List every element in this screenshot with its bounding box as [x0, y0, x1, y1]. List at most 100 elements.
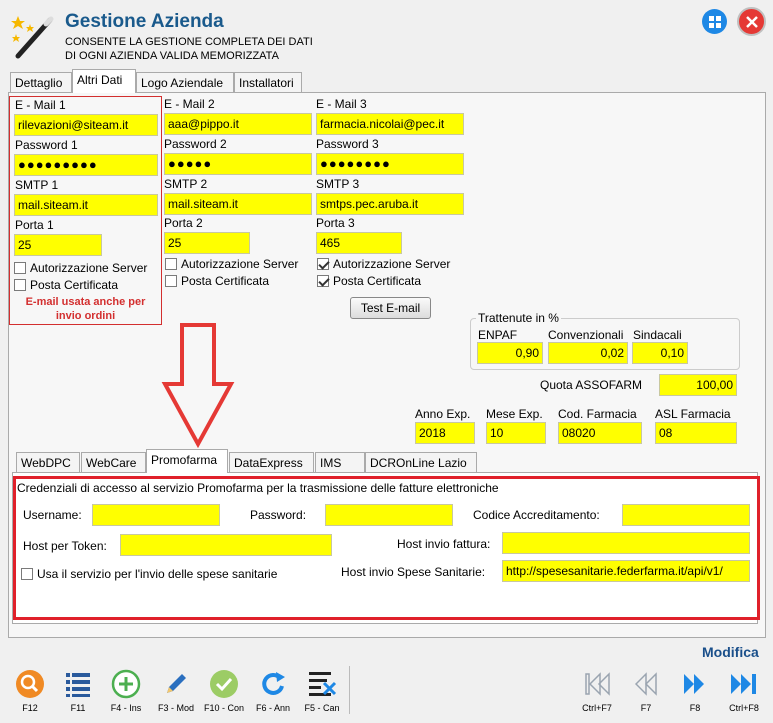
- port1-field[interactable]: 25: [14, 234, 102, 256]
- smtp2-field[interactable]: mail.siteam.it: [164, 193, 312, 215]
- status-label: Modifica: [702, 644, 759, 660]
- email1-note-line1: E-mail usata anche per: [25, 296, 146, 308]
- host-spese-label: Host invio Spese Sanitarie:: [341, 565, 486, 579]
- list-icon: [62, 668, 94, 700]
- convenzionali-field[interactable]: 0,02: [548, 342, 628, 364]
- password1-label: Password 1: [15, 138, 78, 152]
- auth3-checkbox-box: [317, 258, 329, 270]
- subtab-webcare[interactable]: WebCare: [81, 452, 146, 473]
- password1-field[interactable]: ●●●●●●●●●: [14, 154, 158, 176]
- smtp3-label: SMTP 3: [316, 177, 360, 191]
- close-icon: [745, 15, 758, 28]
- enpaf-field[interactable]: 0,90: [477, 342, 543, 364]
- anno-exp-field[interactable]: 2018: [415, 422, 475, 444]
- mese-exp-label: Mese Exp.: [486, 407, 543, 421]
- smtp1-label: SMTP 1: [15, 178, 59, 192]
- cert2-checkbox[interactable]: Posta Certificata: [165, 274, 269, 288]
- password2-field[interactable]: ●●●●●: [164, 153, 312, 175]
- promofarma-password-field[interactable]: [325, 504, 453, 526]
- tab-logo-aziendale[interactable]: Logo Aziendale: [136, 72, 234, 93]
- auth1-checkbox-label: Autorizzazione Server: [30, 261, 148, 275]
- tab-installatori[interactable]: Installatori: [234, 72, 302, 93]
- delete-icon: [306, 668, 338, 700]
- password3-label: Password 3: [316, 137, 379, 151]
- tab-altri-dati[interactable]: Altri Dati: [72, 69, 136, 93]
- subtab-webdpc[interactable]: WebDPC: [16, 452, 80, 473]
- codice-accreditamento-field[interactable]: [622, 504, 750, 526]
- anno-exp-label: Anno Exp.: [415, 407, 471, 421]
- trattenute-title: Trattenute in %: [476, 311, 561, 325]
- auth3-checkbox[interactable]: Autorizzazione Server: [317, 257, 450, 271]
- cert1-checkbox[interactable]: Posta Certificata: [14, 278, 118, 292]
- auth2-checkbox-box: [165, 258, 177, 270]
- close-button[interactable]: [737, 7, 766, 36]
- quota-field[interactable]: 100,00: [659, 374, 737, 396]
- host-fattura-field[interactable]: [502, 532, 750, 554]
- last-record-label: Ctrl+F8: [729, 703, 759, 713]
- host-fattura-label: Host invio fattura:: [397, 537, 491, 551]
- email3-field[interactable]: farmacia.nicolai@pec.it: [316, 113, 464, 135]
- delete-button[interactable]: F5 - Can: [292, 668, 352, 713]
- convenzionali-label: Convenzionali: [548, 328, 624, 342]
- port3-label: Porta 3: [316, 216, 355, 230]
- tab-dettaglio[interactable]: Dettaglio: [10, 72, 72, 93]
- arrow-down-icon: [161, 323, 235, 448]
- smtp1-field[interactable]: mail.siteam.it: [14, 194, 158, 216]
- cert2-checkbox-box: [165, 275, 177, 287]
- auth1-checkbox[interactable]: Autorizzazione Server: [14, 261, 147, 275]
- pencil-icon: [160, 668, 192, 700]
- port2-field[interactable]: 25: [164, 232, 250, 254]
- cert3-checkbox-label: Posta Certificata: [333, 274, 422, 288]
- cert1-checkbox-label: Posta Certificata: [30, 278, 119, 292]
- auth3-checkbox-label: Autorizzazione Server: [333, 257, 451, 271]
- undo-icon: [257, 668, 289, 700]
- password2-label: Password 2: [164, 137, 227, 151]
- page-subtitle-2: DI OGNI AZIENDA VALIDA MEMORIZZATA: [65, 50, 279, 62]
- sindacali-field[interactable]: 0,10: [632, 342, 688, 364]
- page-subtitle-1: CONSENTE LA GESTIONE COMPLETA DEI DATI: [65, 36, 313, 48]
- asl-farmacia-label: ASL Farmacia: [655, 407, 731, 421]
- asl-farmacia-field[interactable]: 08: [655, 422, 737, 444]
- sindacali-label: Sindacali: [633, 328, 682, 342]
- delete-button-label: F5 - Can: [304, 703, 340, 713]
- smtp3-field[interactable]: smtps.pec.aruba.it: [316, 193, 464, 215]
- auth2-checkbox[interactable]: Autorizzazione Server: [165, 257, 298, 271]
- search-icon: [14, 668, 46, 700]
- host-spese-field[interactable]: http://spesesanitarie.federfarma.it/api/…: [502, 560, 750, 582]
- last-record-button[interactable]: Ctrl+F8: [714, 668, 773, 713]
- email2-field[interactable]: aaa@pippo.it: [164, 113, 312, 135]
- promofarma-password-label: Password:: [250, 508, 307, 522]
- mese-exp-field[interactable]: 10: [486, 422, 546, 444]
- port3-field[interactable]: 465: [316, 232, 402, 254]
- cert1-checkbox-box: [14, 279, 26, 291]
- codice-accreditamento-label: Codice Accreditamento:: [473, 508, 600, 522]
- email1-label: E - Mail 1: [15, 98, 66, 112]
- first-icon: [581, 668, 613, 700]
- email1-note: E-mail usata anche per invio ordini: [10, 295, 161, 323]
- prev-icon: [630, 668, 662, 700]
- cod-farmacia-field[interactable]: 08020: [558, 422, 642, 444]
- windows-button[interactable]: [702, 9, 727, 34]
- cert3-checkbox[interactable]: Posta Certificata: [317, 274, 421, 288]
- auth2-checkbox-label: Autorizzazione Server: [181, 257, 299, 271]
- host-token-field[interactable]: [120, 534, 332, 556]
- plus-icon: [110, 668, 142, 700]
- smtp2-label: SMTP 2: [164, 177, 208, 191]
- usa-servizio-label: Usa il servizio per l'invio delle spese …: [37, 567, 278, 581]
- email2-label: E - Mail 2: [164, 97, 215, 111]
- subtab-promofarma[interactable]: Promofarma: [146, 449, 228, 473]
- username-field[interactable]: [92, 504, 220, 526]
- last-icon: [728, 668, 760, 700]
- email3-label: E - Mail 3: [316, 97, 367, 111]
- email1-field[interactable]: rilevazioni@siteam.it: [14, 114, 158, 136]
- password3-field[interactable]: ●●●●●●●●: [316, 153, 464, 175]
- subtab-ims[interactable]: IMS: [315, 452, 365, 473]
- test-email-button[interactable]: Test E-mail: [350, 297, 431, 319]
- subtab-dataexpress[interactable]: DataExpress: [229, 452, 314, 473]
- cert3-checkbox-box: [317, 275, 329, 287]
- next-icon: [679, 668, 711, 700]
- usa-servizio-checkbox[interactable]: Usa il servizio per l'invio delle spese …: [21, 567, 277, 581]
- subtab-dcronline-lazio[interactable]: DCROnLine Lazio: [365, 452, 477, 473]
- cod-farmacia-label: Cod. Farmacia: [558, 407, 637, 421]
- port1-label: Porta 1: [15, 218, 54, 232]
